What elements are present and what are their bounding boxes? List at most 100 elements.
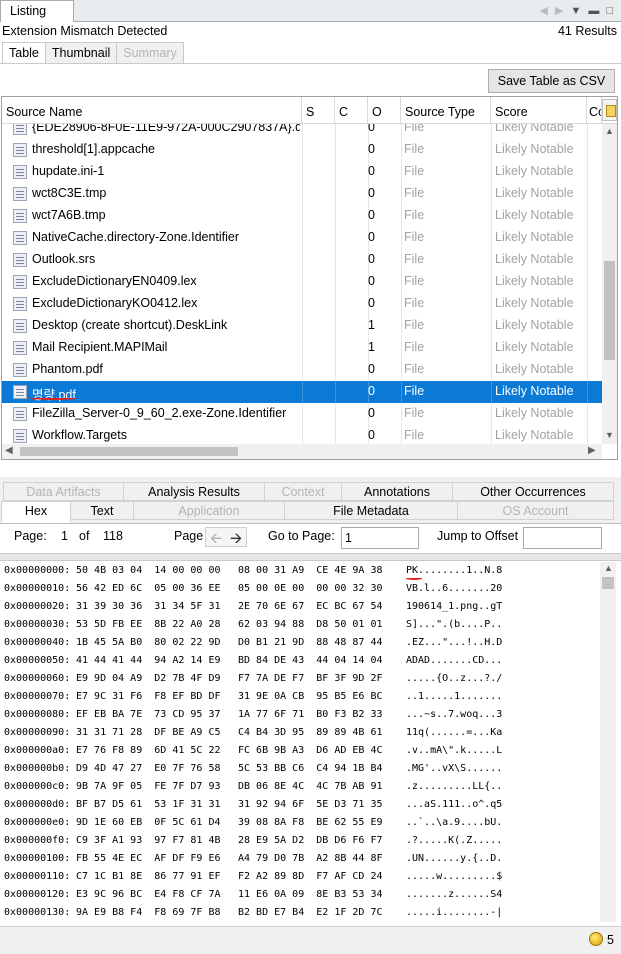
file-icon (13, 253, 27, 267)
prev-page-icon[interactable]: 🡨 (210, 528, 222, 553)
cell-divider (335, 403, 336, 425)
table-row[interactable]: {EDE28906-8F0E-11E9-972A-000C2907837A}.d… (2, 124, 602, 139)
column-header-score[interactable]: Score (491, 97, 587, 124)
hex-vertical-scrollbar[interactable]: ▲ (600, 562, 616, 922)
go-to-page-input[interactable]: 1 (341, 527, 419, 549)
scroll-thumb[interactable] (604, 261, 615, 360)
cell-divider (491, 161, 492, 183)
table-row[interactable]: hupdate.ini-1 0 File Likely Notable (2, 161, 602, 183)
table-vertical-scrollbar[interactable]: ▲ ▼ (602, 124, 617, 444)
cell-score: Likely Notable (495, 208, 574, 222)
cell-divider (335, 183, 336, 205)
cell-source-name: ExcludeDictionaryKO0412.lex (32, 296, 198, 310)
hex-offset: 0x00000130: (4, 907, 71, 918)
tab-other-occurrences[interactable]: Other Occurrences (452, 482, 614, 501)
hex-offset: 0x000000d0: (4, 799, 71, 810)
hex-bytes-2: F7 7A DE F7 BF 3F 9D 2F (238, 673, 383, 684)
cell-o: 1 (368, 318, 375, 332)
cell-score: Likely Notable (495, 406, 574, 420)
cell-source-name: threshold[1].appcache (32, 142, 156, 156)
minimize-icon[interactable]: ▬ (588, 5, 599, 17)
hex-scroll-up-icon[interactable]: ▲ (604, 563, 613, 573)
scroll-right-icon[interactable]: ▶ (588, 445, 596, 456)
file-icon (13, 124, 27, 135)
divider (0, 63, 621, 64)
cell-divider (302, 139, 303, 161)
column-header-source-name[interactable]: Source Name (2, 97, 302, 124)
next-icon[interactable]: ▶ (555, 4, 563, 17)
tab-thumbnail[interactable]: Thumbnail (44, 42, 118, 63)
cell-o: 0 (368, 164, 375, 178)
cell-source-type: File (404, 362, 425, 376)
scroll-down-icon[interactable]: ▼ (605, 430, 614, 440)
table-row[interactable]: Desktop (create shortcut).DeskLink 1 File L… (2, 315, 602, 337)
tab-text[interactable]: Text (70, 501, 134, 520)
hex-ascii: .EZ..."...!..H.D (406, 637, 503, 648)
next-page-icon[interactable]: 🡪 (230, 528, 242, 553)
maximize-icon[interactable]: □ (606, 5, 613, 17)
hex-bytes-2: DB 06 8E 4C 4C 7B AB 91 (238, 781, 383, 792)
prev-icon[interactable]: ◀ (540, 4, 548, 17)
scroll-left-icon[interactable]: ◀ (5, 445, 13, 456)
dropdown-icon[interactable]: ▼ (570, 5, 581, 17)
tab-listing[interactable]: Listing (0, 0, 74, 23)
hex-ascii: .UN......y.{..D. (406, 853, 503, 864)
cell-divider (587, 337, 588, 359)
table-row[interactable]: threshold[1].appcache 0 File Likely Notable (2, 139, 602, 161)
notification-icon[interactable] (589, 932, 603, 946)
hex-bytes-2: BD 84 DE 43 44 04 14 04 (238, 655, 383, 666)
h-scroll-thumb[interactable] (20, 447, 238, 456)
file-icon (13, 209, 27, 223)
table-row[interactable]: Phantom.pdf 0 File Likely Notable (2, 359, 602, 381)
scroll-up-icon[interactable]: ▲ (605, 126, 614, 136)
tab-analysis-results[interactable]: Analysis Results (123, 482, 265, 501)
column-chooser-icon[interactable] (602, 99, 617, 121)
table-row[interactable]: Mail Recipient.MAPIMail 1 File Likely Notab… (2, 337, 602, 359)
cell-score: Likely Notable (495, 124, 574, 134)
cell-source-type: File (404, 318, 425, 332)
cell-divider (302, 161, 303, 183)
save-table-csv-button[interactable]: Save Table as CSV (488, 69, 615, 93)
column-header-s[interactable]: S (302, 97, 335, 124)
cell-divider (491, 337, 492, 359)
tab-hex[interactable]: Hex (1, 501, 71, 524)
hex-bytes-1: EF EB BA 7E 73 CD 95 37 (76, 709, 221, 720)
hex-ascii: .....{O..z...?./ (406, 673, 503, 684)
hex-bytes-1: E7 9C 31 F6 F8 EF BD DF (76, 691, 221, 702)
table-row[interactable]: wct7A6B.tmp 0 File Likely Notable (2, 205, 602, 227)
go-to-page-label: Go to Page: (268, 529, 335, 543)
table-row[interactable]: wct8C3E.tmp 0 File Likely Notable (2, 183, 602, 205)
cell-o: 0 (368, 296, 375, 310)
hex-offset: 0x00000060: (4, 673, 71, 684)
table-row[interactable]: ExcludeDictionaryEN0409.lex 0 File Likely N… (2, 271, 602, 293)
column-header-co[interactable]: Co (587, 97, 602, 124)
cell-divider (302, 271, 303, 293)
table-row[interactable]: FileZilla_Server-0_9_60_2.exe-Zone.Ident… (2, 403, 602, 425)
table-row[interactable]: ExcludeDictionaryKO0412.lex 0 File Likely N… (2, 293, 602, 315)
hex-divider (0, 553, 621, 561)
table-row[interactable]: NativeCache.directory-Zone.Identifier 0 Fi… (2, 227, 602, 249)
cell-source-name: wct8C3E.tmp (32, 186, 107, 200)
column-header-o[interactable]: O (368, 97, 401, 124)
hex-scroll-thumb[interactable] (602, 577, 614, 589)
cell-o: 0 (368, 142, 375, 156)
cell-divider (302, 293, 303, 315)
table-row[interactable]: Outlook.srs 0 File Likely Notable (2, 249, 602, 271)
cell-divider (302, 249, 303, 271)
cell-divider (491, 271, 492, 293)
column-header-c[interactable]: C (335, 97, 368, 124)
table-row[interactable]: 명량.pdf 0 File Likely Notable (2, 381, 602, 403)
jump-to-offset-input[interactable] (523, 527, 602, 549)
column-header-source-type[interactable]: Source Type (401, 97, 491, 124)
tab-file-metadata[interactable]: File Metadata (284, 501, 458, 520)
tab-table[interactable]: Table (2, 42, 46, 64)
table-row[interactable]: Workflow.Targets 0 File Likely Notable (2, 425, 602, 444)
hex-bytes-1: 50 4B 03 04 14 00 00 00 (76, 565, 221, 576)
cell-divider (335, 271, 336, 293)
tab-annotations[interactable]: Annotations (341, 482, 453, 501)
cell-divider (401, 227, 402, 249)
cell-divider (491, 227, 492, 249)
cell-divider (491, 403, 492, 425)
table-horizontal-scrollbar[interactable]: ◀ ▶ (2, 444, 602, 459)
page-nav-label: Page (174, 529, 204, 543)
